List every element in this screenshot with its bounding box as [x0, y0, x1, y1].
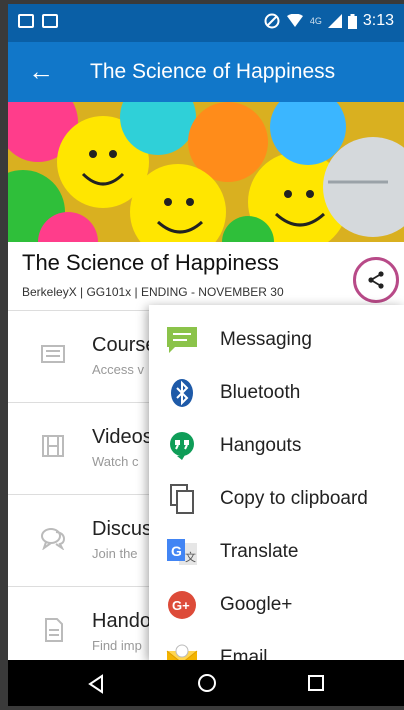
bluetooth-icon [171, 379, 193, 407]
messaging-icon [167, 327, 197, 353]
course-subtitle: BerkeleyX | GG101x | ENDING - NOVEMBER 3… [22, 285, 284, 299]
home-circle-icon[interactable] [197, 673, 217, 693]
google-plus-icon: G+ [168, 591, 196, 619]
back-triangle-icon[interactable] [86, 674, 106, 694]
share-option-label: Hangouts [220, 435, 302, 456]
status-bar: 4G 3:13 [8, 4, 404, 42]
share-option-email[interactable]: Email [149, 631, 404, 660]
do-not-disturb-icon [264, 13, 280, 29]
menu-item-label: Course [92, 334, 157, 356]
svg-text:G+: G+ [172, 598, 190, 613]
share-option-google-plus[interactable]: G+ Google+ [149, 578, 404, 631]
recents-square-icon[interactable] [307, 674, 325, 692]
wifi-icon [286, 14, 303, 27]
menu-item-label: Discus [92, 518, 153, 540]
notification-icon [18, 14, 34, 28]
share-option-label: Email [220, 647, 268, 660]
share-option-label: Bluetooth [220, 382, 301, 403]
app-bar: ← The Science of Happiness [8, 42, 404, 102]
document-icon [45, 618, 63, 642]
share-option-messaging[interactable]: Messaging [149, 313, 404, 366]
hangouts-icon [170, 432, 194, 460]
translate-icon: G文 [167, 539, 197, 565]
share-option-copy-to-clipboard[interactable]: Copy to clipboard [149, 472, 404, 525]
clock: 3:13 [362, 12, 394, 29]
share-icon [368, 271, 384, 289]
share-option-label: Translate [220, 541, 299, 562]
arrow-left-icon[interactable]: ← [28, 56, 54, 86]
svg-text:文: 文 [185, 550, 196, 564]
menu-item-description: Access v [92, 362, 145, 377]
course-banner-image [8, 102, 404, 242]
menu-item-description: Join the [92, 546, 138, 561]
film-icon [42, 435, 64, 457]
menu-item-description: Find imp [92, 638, 142, 653]
share-option-label: Messaging [220, 329, 312, 350]
network-type: 4G [309, 16, 322, 26]
share-option-bluetooth[interactable]: Bluetooth [149, 366, 404, 419]
image-notification-icon [42, 14, 58, 28]
course-title: The Science of Happiness [22, 250, 279, 275]
battery-icon [347, 13, 357, 29]
app-bar-title: The Science of Happiness [90, 60, 336, 83]
share-button[interactable] [353, 257, 399, 303]
menu-item-label: Hando [92, 610, 151, 632]
email-icon [166, 644, 198, 660]
share-option-label: Copy to clipboard [220, 488, 368, 509]
share-sheet: Messaging Bluetooth Hangouts Copy to cli… [149, 305, 404, 660]
share-option-hangouts[interactable]: Hangouts [149, 419, 404, 472]
signal-icon [327, 14, 342, 28]
system-navigation-bar [8, 660, 404, 706]
phone-screen: 4G 3:13 ← The Science of Happiness The S… [8, 4, 404, 706]
menu-item-description: Watch c [92, 454, 139, 469]
courseware-icon [41, 345, 65, 363]
svg-text:G: G [171, 543, 182, 559]
discussion-icon [41, 528, 66, 550]
menu-item-label: Videos [92, 426, 153, 448]
clipboard-icon [170, 484, 194, 514]
share-option-label: Google+ [220, 594, 293, 615]
share-option-translate[interactable]: G文 Translate [149, 525, 404, 578]
